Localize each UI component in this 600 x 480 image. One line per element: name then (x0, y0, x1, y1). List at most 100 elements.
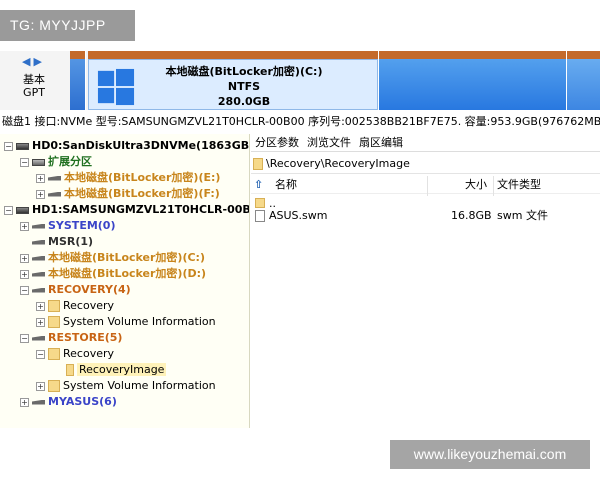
tree-item-f[interactable]: + 本地磁盘(BitLocker加密)(F:) (36, 186, 220, 202)
file-list-header: ⇧ 名称 大小 文件类型 (251, 176, 600, 194)
collapse-icon[interactable]: − (36, 349, 45, 359)
disk-tree-panel: − HD0:SanDiskUltra3DNVMe(1863GB) − 扩展分区 + 本… (0, 134, 250, 428)
expand-icon[interactable]: + (20, 221, 29, 231)
collapse-icon[interactable]: − (4, 141, 13, 151)
tree-item-system[interactable]: + SYSTEM(0) (20, 218, 115, 234)
collapse-icon[interactable]: − (4, 205, 13, 215)
disk-icon (16, 142, 29, 150)
tree-label: Recovery (63, 347, 115, 360)
folder-icon (253, 158, 263, 170)
disk-map-bar: ◀▶ 基本 GPT 本地磁盘(BitLocker加密)(C:) NTFS 280… (0, 51, 600, 110)
tree-item-msr[interactable]: MSR(1) (20, 234, 93, 250)
tab-browse-files[interactable]: 浏览文件 (303, 134, 355, 152)
tree-label: RECOVERY(4) (48, 283, 131, 296)
tree-item-hd1[interactable]: − HD1:SAMSUNGMZVL21T0HCLR-00B0 (4, 202, 250, 218)
partition-icon (32, 255, 45, 261)
file-browser-panel: 分区参数 浏览文件 扇区编辑 \Recovery\RecoveryImage ⇧ 名… (251, 134, 600, 428)
file-size: 16.8GB (451, 209, 492, 222)
partition-icon (32, 223, 45, 229)
tree-item-extended[interactable]: − 扩展分区 (20, 154, 92, 170)
arrow-left-icon[interactable]: ◀ (22, 55, 33, 68)
tree-label: System Volume Information (63, 379, 216, 392)
folder-icon (66, 364, 74, 376)
tree-label: System Volume Information (63, 315, 216, 328)
disk-nav-arrows[interactable]: ◀▶ (22, 55, 45, 68)
expand-icon[interactable]: + (20, 397, 29, 407)
column-name[interactable]: 名称 (275, 176, 297, 194)
tree-item-svi2[interactable]: + System Volume Information (36, 378, 216, 394)
collapse-icon[interactable]: − (20, 333, 29, 343)
partition-icon (48, 191, 61, 197)
tree-item-recovery[interactable]: − RECOVERY(4) (20, 282, 131, 298)
partition-segment-c[interactable]: 本地磁盘(BitLocker加密)(C:) NTFS 280.0GB (88, 51, 378, 110)
windows-logo-icon (97, 68, 135, 106)
file-icon (255, 210, 265, 222)
partition-segment-small[interactable] (70, 51, 86, 110)
tab-bar: 分区参数 浏览文件 扇区编辑 (251, 134, 600, 152)
tree-label: RESTORE(5) (48, 331, 123, 344)
expand-icon[interactable]: + (36, 173, 45, 183)
partition-icon (32, 158, 45, 166)
tree-item-restore-recovery[interactable]: − Recovery (36, 346, 114, 362)
disk-info-bar: 磁盘1 接口:NVMe 型号:SAMSUNGMZVL21T0HCLR-00B00… (0, 113, 600, 131)
tree-label: SYSTEM(0) (48, 219, 116, 232)
tg-badge: TG: MYYJJPP (0, 10, 135, 41)
tree-label: Recovery (63, 299, 115, 312)
folder-icon (48, 316, 60, 328)
partition-size: 280.0GB (217, 95, 271, 108)
expand-icon[interactable]: + (36, 317, 45, 327)
tree-item-myasus[interactable]: + MYASUS(6) (20, 394, 117, 410)
expand-icon[interactable]: + (36, 189, 45, 199)
tree-item-d[interactable]: + 本地磁盘(BitLocker加密)(D:) (20, 266, 206, 282)
partition-icon (48, 175, 61, 181)
tree-label: 扩展分区 (48, 155, 92, 168)
partition-icon (32, 287, 45, 293)
tree-item-hd0[interactable]: − HD0:SanDiskUltra3DNVMe(1863GB) (4, 138, 250, 154)
tree-item-recovery-folder[interactable]: + Recovery (36, 298, 114, 314)
tab-sector-edit[interactable]: 扇区编辑 (355, 134, 407, 152)
file-name: ASUS.swm (269, 209, 328, 222)
tree-label: MYASUS(6) (48, 395, 117, 408)
partition-fs: NTFS (227, 80, 261, 93)
up-arrow-icon[interactable]: ⇧ (254, 176, 263, 194)
arrow-right-icon[interactable]: ▶ (33, 55, 44, 68)
tree-item-restore[interactable]: − RESTORE(5) (20, 330, 122, 346)
current-path: \Recovery\RecoveryImage (266, 157, 410, 170)
partition-icon (32, 271, 45, 277)
column-type[interactable]: 文件类型 (497, 176, 541, 194)
tree-label: 本地磁盘(BitLocker加密)(F:) (64, 187, 220, 200)
expand-icon[interactable]: + (20, 269, 29, 279)
partition-segment-d[interactable] (378, 51, 566, 110)
tree-label: HD1:SAMSUNGMZVL21T0HCLR-00B0 (32, 203, 250, 216)
tree-item-svi1[interactable]: + System Volume Information (36, 314, 216, 330)
expand-icon[interactable]: + (20, 253, 29, 263)
path-bar[interactable]: \Recovery\RecoveryImage (251, 154, 600, 174)
watermark: www.likeyouzhemai.com (390, 440, 590, 469)
partition-icon (32, 335, 45, 341)
tree-item-recovery-image[interactable]: RecoveryImage (66, 362, 167, 378)
tree-label: HD0:SanDiskUltra3DNVMe(1863GB) (32, 139, 250, 152)
disk-type-label: 基本 GPT (14, 73, 54, 99)
column-size[interactable]: 大小 (465, 176, 487, 194)
collapse-icon[interactable]: − (20, 157, 29, 167)
collapse-icon[interactable]: − (20, 285, 29, 295)
tab-partition-params[interactable]: 分区参数 (251, 134, 303, 152)
partition-icon (32, 239, 45, 245)
disk-icon (16, 206, 29, 214)
tree-label: RecoveryImage (77, 363, 167, 376)
folder-icon (255, 198, 265, 208)
partition-segment-end[interactable] (566, 51, 600, 110)
folder-icon (48, 348, 60, 360)
partition-icon (32, 399, 45, 405)
expand-icon[interactable]: + (36, 301, 45, 311)
tree-item-e[interactable]: + 本地磁盘(BitLocker加密)(E:) (36, 170, 220, 186)
tree-label: 本地磁盘(BitLocker加密)(E:) (64, 171, 221, 184)
disk-type-line2: GPT (23, 86, 45, 99)
file-row[interactable]: ASUS.swm 16.8GB swm 文件 (251, 208, 600, 224)
tree-item-c[interactable]: + 本地磁盘(BitLocker加密)(C:) (20, 250, 205, 266)
disk-type-line1: 基本 (23, 73, 45, 86)
partition-name: 本地磁盘(BitLocker加密)(C:) (165, 65, 323, 78)
expand-icon[interactable]: + (36, 381, 45, 391)
folder-icon (48, 380, 60, 392)
tree-label: 本地磁盘(BitLocker加密)(C:) (48, 251, 205, 264)
